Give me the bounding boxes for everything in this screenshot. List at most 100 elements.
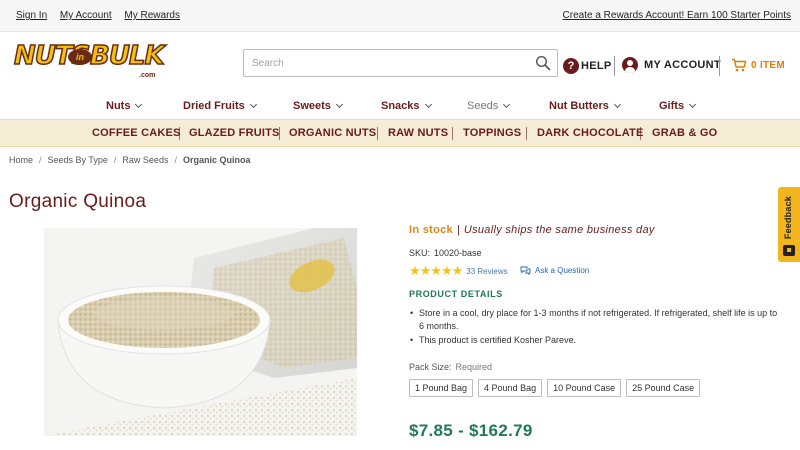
feedback-icon [783, 245, 795, 256]
breadcrumb: Home / Seeds By Type / Raw Seeds / Organic Qui… [9, 155, 250, 165]
chevron-down-icon [335, 100, 343, 109]
product-rating: ★★★★★ 33 Reviews [409, 263, 508, 278]
in-stock-label: In stock [409, 224, 453, 236]
price-range: $7.85 - $162.79 [409, 421, 533, 440]
cart-button[interactable]: 0 ITEM [731, 58, 785, 72]
breadcrumb-separator: / [39, 155, 42, 165]
list-item: Store in a cool, dry place for 1-3 month… [409, 307, 784, 333]
cart-count-label: 0 ITEM [751, 59, 786, 71]
rewards-promo-link[interactable]: Create a Rewards Account! Earn 100 Start… [563, 10, 791, 21]
header-divider [614, 56, 615, 76]
breadcrumb-raw-seeds[interactable]: Raw Seeds [122, 155, 168, 165]
logo-suffix: .com [139, 72, 156, 79]
category-bar: COFFEE CAKES GLAZED FRUITS ORGANIC NUTS … [0, 119, 800, 147]
nav-item-seeds[interactable]: Seeds [467, 100, 511, 112]
nav-label: Sweets [293, 100, 331, 112]
help-icon: ? [563, 58, 579, 74]
pack-size-title: Pack Size: [409, 362, 452, 372]
my-rewards-link[interactable]: My Rewards [124, 10, 180, 21]
category-organic-nuts[interactable]: ORGANIC NUTS [289, 127, 376, 139]
my-account-label: MY ACCOUNT [644, 59, 721, 71]
sku-value: 10020-base [434, 248, 482, 258]
nav-label: Nut Butters [549, 100, 609, 112]
chevron-down-icon [135, 100, 143, 109]
pack-option-25-pound-case[interactable]: 25 Pound Case [626, 379, 701, 397]
nav-item-snacks[interactable]: Snacks [381, 100, 432, 112]
chevron-down-icon [503, 100, 511, 109]
product-image[interactable] [44, 228, 357, 436]
chevron-down-icon [424, 100, 432, 109]
category-divider [179, 127, 180, 140]
nav-item-sweets[interactable]: Sweets [293, 100, 343, 112]
breadcrumb-separator: / [174, 155, 177, 165]
category-divider [279, 127, 280, 140]
reviews-link[interactable]: 33 Reviews [466, 267, 507, 276]
product-details-list: Store in a cool, dry place for 1-3 month… [409, 307, 784, 348]
sku-label: SKU: [409, 248, 431, 258]
category-divider [377, 127, 378, 140]
chevron-down-icon [613, 100, 621, 109]
search-icon[interactable] [535, 55, 551, 71]
category-grab-and-go[interactable]: GRAB & GO [652, 127, 717, 139]
header-divider [719, 56, 720, 76]
cart-icon [732, 58, 747, 72]
feedback-label: Feedback [783, 196, 793, 240]
category-divider [640, 127, 641, 140]
category-divider [452, 127, 453, 140]
nav-item-nut-butters[interactable]: Nut Butters [549, 100, 621, 112]
my-account-link[interactable]: My Account [60, 10, 112, 21]
chevron-down-icon [249, 100, 257, 109]
nav-label: Nuts [106, 100, 131, 112]
nav-item-nuts[interactable]: Nuts [106, 100, 143, 112]
nav-label: Seeds [467, 100, 499, 112]
site-logo[interactable]: NUTS in BULK .com [13, 40, 165, 81]
category-toppings[interactable]: TOPPINGS [463, 127, 521, 139]
stock-status: In stock | Usually ships the same business… [409, 224, 655, 236]
quinoa-photo [44, 228, 357, 436]
help-link[interactable]: ? HELP [563, 57, 612, 75]
category-dark-chocolate[interactable]: DARK CHOCOLATE [537, 127, 643, 139]
breadcrumb-current: Organic Quinoa [182, 155, 251, 165]
breadcrumb-seeds-by-type[interactable]: Seeds By Type [48, 155, 108, 165]
logo-connector: in [68, 49, 92, 65]
pack-size-label: Pack Size: Required [409, 362, 492, 372]
nav-label: Dried Fruits [183, 100, 245, 112]
nav-item-dried-fruits[interactable]: Dried Fruits [183, 100, 257, 112]
shipping-note: Usually ships the same business day [463, 224, 655, 236]
product-details-heading: PRODUCT DETAILS [409, 289, 503, 299]
speech-bubble-icon [520, 266, 531, 275]
category-coffee-cakes[interactable]: COFFEE CAKES [92, 127, 181, 139]
feedback-tab[interactable]: Feedback [778, 187, 800, 262]
category-glazed-fruits[interactable]: GLAZED FRUITS [189, 127, 280, 139]
logo-word-bulk: BULK [89, 40, 165, 72]
required-indicator: Required [455, 362, 493, 372]
top-utility-bar: Sign In My Account My Rewards Create a R… [0, 0, 800, 32]
my-account-button[interactable]: MY ACCOUNT [622, 56, 721, 74]
search-input[interactable] [252, 55, 522, 71]
sign-in-link[interactable]: Sign In [16, 10, 47, 21]
ask-question-label: Ask a Question [535, 266, 590, 275]
account-links: Sign In My Account My Rewards [16, 10, 190, 21]
pack-option-4-pound-bag[interactable]: 4 Pound Bag [478, 379, 543, 397]
help-label: HELP [581, 60, 612, 72]
chevron-down-icon [689, 100, 697, 109]
page-title: Organic Quinoa [9, 191, 147, 212]
sku-line: SKU: 10020-base [409, 248, 482, 258]
pack-option-10-pound-case[interactable]: 10 Pound Case [547, 379, 622, 397]
stock-divider: | [456, 224, 460, 236]
breadcrumb-home[interactable]: Home [9, 155, 33, 165]
breadcrumb-separator: / [113, 155, 117, 165]
nav-label: Gifts [659, 100, 685, 112]
pack-size-options: 1 Pound Bag 4 Pound Bag 10 Pound Case 25… [409, 379, 705, 397]
main-navigation: Nuts Dried Fruits Sweets Snacks Seeds Nu… [0, 96, 800, 118]
search-box [243, 49, 558, 77]
ask-question-link[interactable]: Ask a Question [520, 266, 589, 275]
list-item: This product is certified Kosher Pareve. [409, 334, 784, 347]
pack-option-1-pound-bag[interactable]: 1 Pound Bag [409, 379, 474, 397]
nav-item-gifts[interactable]: Gifts [659, 100, 697, 112]
category-divider [526, 127, 527, 140]
star-rating-icon: ★★★★★ [409, 263, 463, 278]
nav-label: Snacks [381, 100, 420, 112]
user-icon [622, 57, 638, 73]
category-raw-nuts[interactable]: RAW NUTS [388, 127, 448, 139]
